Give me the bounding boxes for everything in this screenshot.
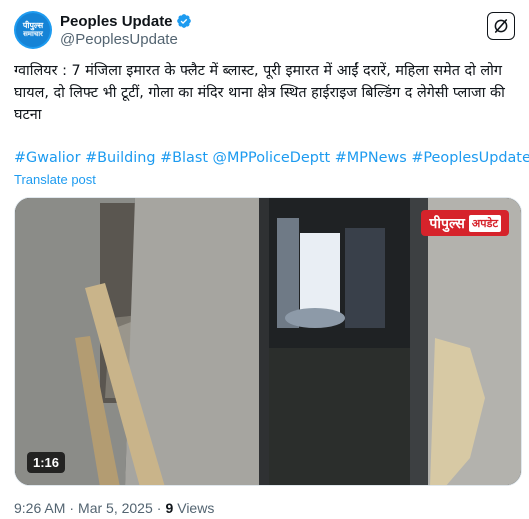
verified-badge-icon (176, 14, 191, 28)
grok-button[interactable] (487, 12, 515, 40)
views-label: Views (177, 500, 215, 516)
tweet-header: पीपुल्स समाचार Peoples Update @PeoplesUp… (14, 10, 515, 50)
handle[interactable]: @PeoplesUpdate (60, 31, 192, 48)
meta-separator: · (69, 500, 75, 516)
avatar-logo-line1: पीपुल्स (22, 21, 44, 30)
meta-separator-2: · (156, 500, 162, 516)
tweet-text: ग्वालियर : 7 मंजिला इमारत के फ्लैट में ब… (14, 63, 505, 123)
tweet-meta: 9:26 AM · Mar 5, 2025 · 9 Views (14, 500, 214, 516)
grok-icon (494, 19, 508, 33)
avatar[interactable]: पीपुल्स समाचार (14, 11, 52, 49)
avatar-logo: पीपुल्स समाचार (16, 13, 50, 47)
views-count: 9 (165, 500, 174, 516)
author-names: Peoples Update @PeoplesUpdate (60, 13, 192, 48)
video-frame (15, 198, 521, 485)
brand-watermark-main: पीपुल्स (429, 215, 465, 232)
post-time[interactable]: 9:26 AM (14, 500, 65, 516)
post-date[interactable]: Mar 5, 2025 (78, 500, 153, 516)
tweet-hashtags[interactable]: #Gwalior #Building #Blast @MPPoliceDeptt… (14, 148, 529, 168)
video-player[interactable]: पीपुल्स अपडेट 1:16 (14, 197, 522, 486)
translate-post-link[interactable]: Translate post (14, 172, 96, 187)
avatar-logo-line2: समाचार (23, 30, 43, 38)
brand-watermark: पीपुल्स अपडेट (421, 210, 509, 236)
display-name-row: Peoples Update (60, 13, 192, 30)
video-duration: 1:16 (27, 452, 66, 473)
tweet-card: पीपुल्स समाचार Peoples Update @PeoplesUp… (0, 0, 529, 519)
brand-watermark-sub: अपडेट (468, 214, 501, 232)
display-name[interactable]: Peoples Update (60, 13, 173, 30)
